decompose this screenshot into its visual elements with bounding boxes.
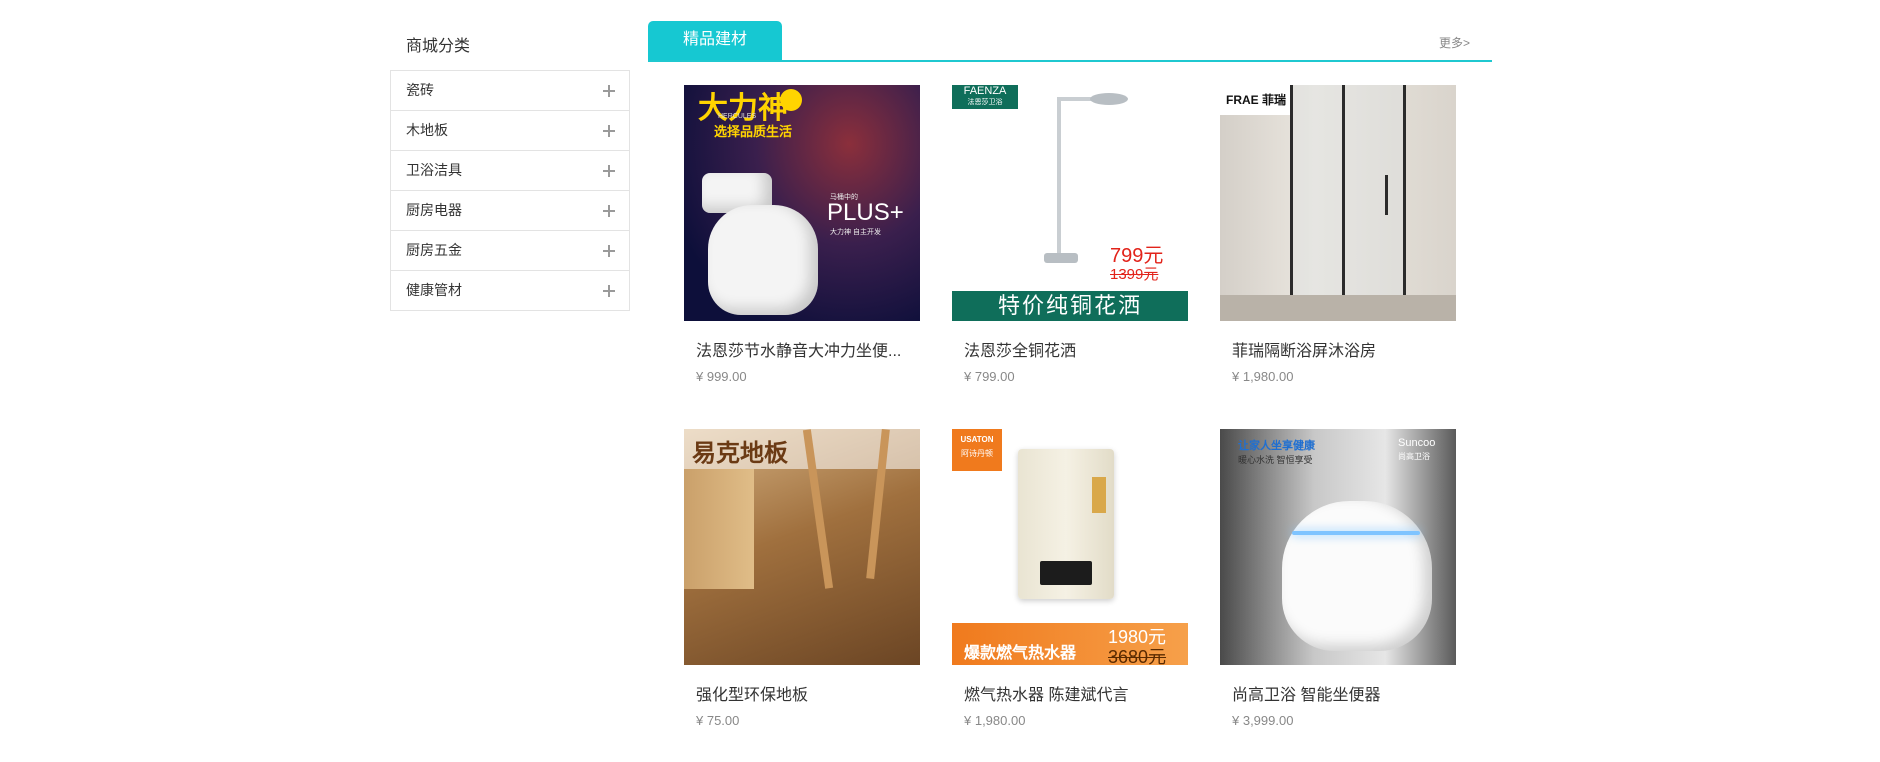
category-list: 瓷砖 木地板 卫浴洁具 厨房电器 厨房五金 健康管材 <box>390 70 630 311</box>
product-card[interactable]: 易克地板 强化型环保地板 ¥ 75.00 <box>684 429 920 728</box>
product-image-floor[interactable]: 易克地板 <box>684 429 920 665</box>
product-price: ¥ 75.00 <box>696 713 740 728</box>
sidebar-title: 商城分类 <box>406 38 471 55</box>
product-image-toilet[interactable]: 大力神 HERCULES 选择品质生活 马桶中的 PLUS+ 大力神 自主开发 <box>684 85 920 321</box>
promo-price-old: 3680元 <box>1108 647 1167 665</box>
category-item-kitchen-appliances[interactable]: 厨房电器 <box>391 191 629 231</box>
brand-name: FAENZA <box>963 85 1007 97</box>
product-name[interactable]: 燃气热水器 陈建斌代言 <box>952 681 1188 705</box>
product-name[interactable]: 法恩莎节水静音大冲力坐便... <box>684 337 920 361</box>
category-item-kitchen-hardware[interactable]: 厨房五金 <box>391 231 629 271</box>
light-strip-shape <box>1292 531 1420 535</box>
product-price: ¥ 799.00 <box>964 369 1015 384</box>
image-slogan: 让家人坐享健康 <box>1238 440 1315 452</box>
product-card[interactable]: FAENZA 法恩莎卫浴 799元 1399元 特价纯铜花洒 法恩莎全铜花洒 ¥… <box>952 85 1188 384</box>
door-handle-shape <box>1385 175 1388 215</box>
promo-banner: 特价纯铜花洒 <box>952 291 1188 321</box>
category-item-wood-floor[interactable]: 木地板 <box>391 111 629 151</box>
brand-sub: 尚高卫浴 <box>1398 452 1430 461</box>
product-name[interactable]: 菲瑞隔断浴屏沐浴房 <box>1220 337 1456 361</box>
heater-label-shape <box>1092 477 1106 513</box>
product-image-smart-toilet[interactable]: 让家人坐享健康 暖心水洗 智恒享受 Suncoo 尚高卫浴 <box>1220 429 1456 665</box>
plus-icon[interactable] <box>603 284 615 297</box>
product-name[interactable]: 尚高卫浴 智能坐便器 <box>1220 681 1456 705</box>
image-plus: PLUS+ <box>827 199 904 226</box>
brand-logo: FAENZA 法恩莎卫浴 <box>952 85 1018 109</box>
toilet-bowl-shape <box>708 205 818 315</box>
brand-logo: USATON 阿诗丹顿 <box>952 429 1002 471</box>
category-item-tile[interactable]: 瓷砖 <box>391 71 629 111</box>
plus-icon[interactable] <box>603 164 615 177</box>
product-image-water-heater[interactable]: USATON 阿诗丹顿 爆款燃气热水器 1980元 3680元 <box>952 429 1188 665</box>
product-image-shower-room[interactable]: FRAE 菲瑞 <box>1220 85 1456 321</box>
product-name[interactable]: 法恩莎全铜花洒 <box>952 337 1188 361</box>
glass-panel-shape <box>1290 85 1406 298</box>
plus-icon[interactable] <box>603 244 615 257</box>
product-card[interactable]: 让家人坐享健康 暖心水洗 智恒享受 Suncoo 尚高卫浴 尚高卫浴 智能坐便器… <box>1220 429 1456 728</box>
plus-icon[interactable] <box>603 124 615 137</box>
product-price: ¥ 1,980.00 <box>1232 369 1294 384</box>
category-label: 厨房五金 <box>406 242 462 258</box>
more-link[interactable]: 更多> <box>1439 34 1470 51</box>
featured-materials-section: 精品建材 更多> 大力神 HERCULES 选择品质生活 马桶中的 PLUS+ … <box>648 20 1492 728</box>
product-card[interactable]: 大力神 HERCULES 选择品质生活 马桶中的 PLUS+ 大力神 自主开发 … <box>684 85 920 384</box>
promo-price-old: 1399元 <box>1110 266 1159 283</box>
toilet-bowl-shape <box>1282 501 1432 651</box>
plus-icon[interactable] <box>603 204 615 217</box>
category-label: 木地板 <box>406 122 448 138</box>
section-header: 精品建材 更多> <box>648 20 1492 62</box>
brand-name: Suncoo <box>1398 437 1436 449</box>
tab-featured-materials[interactable]: 精品建材 <box>648 21 782 60</box>
product-image-shower[interactable]: FAENZA 法恩莎卫浴 799元 1399元 特价纯铜花洒 <box>952 85 1188 321</box>
brand-sub: 法恩莎卫浴 <box>967 99 1003 106</box>
shower-pole-shape <box>1057 99 1061 259</box>
shower-head-shape <box>1090 93 1128 105</box>
shower-valve-shape <box>1044 253 1078 263</box>
category-label: 瓷砖 <box>406 82 434 98</box>
product-price: ¥ 999.00 <box>696 369 747 384</box>
category-sidebar: 商城分类 瓷砖 木地板 卫浴洁具 厨房电器 厨房五金 健康管材 <box>390 24 630 311</box>
product-name[interactable]: 强化型环保地板 <box>684 681 920 705</box>
product-card[interactable]: USATON 阿诗丹顿 爆款燃气热水器 1980元 3680元 燃气热水器 陈建… <box>952 429 1188 728</box>
image-slogan: 选择品质生活 <box>714 124 793 139</box>
brand-sub: 阿诗丹顿 <box>961 449 993 458</box>
badge-icon <box>780 89 802 111</box>
product-price: ¥ 1,980.00 <box>964 713 1026 728</box>
category-label: 卫浴洁具 <box>406 162 462 178</box>
product-card[interactable]: FRAE 菲瑞 菲瑞隔断浴屏沐浴房 ¥ 1,980.00 <box>1220 85 1456 384</box>
image-plus-sub: 大力神 自主开发 <box>830 229 881 236</box>
glass-frame-shape <box>1342 85 1345 295</box>
image-slogan-sub: 暖心水洗 智恒享受 <box>1238 455 1313 465</box>
category-item-sanitary[interactable]: 卫浴洁具 <box>391 151 629 191</box>
plus-icon[interactable] <box>603 84 615 97</box>
product-price: ¥ 3,999.00 <box>1232 713 1294 728</box>
image-headline: 易克地板 <box>692 440 788 467</box>
floor-shape <box>1220 295 1456 321</box>
category-label: 健康管材 <box>406 282 462 298</box>
desk-shape <box>684 469 754 589</box>
brand-logo: FRAE 菲瑞 <box>1220 85 1292 115</box>
category-label: 厨房电器 <box>406 202 462 218</box>
brand-name: USATON <box>960 435 994 444</box>
page: 商城分类 瓷砖 木地板 卫浴洁具 厨房电器 厨房五金 健康管材 精品建材 更多>… <box>0 0 1880 762</box>
category-item-pipes[interactable]: 健康管材 <box>391 271 629 311</box>
heater-display-shape <box>1040 561 1092 585</box>
image-sub: HERCULES <box>718 113 757 120</box>
promo-banner: 爆款燃气热水器 <box>964 645 1077 662</box>
